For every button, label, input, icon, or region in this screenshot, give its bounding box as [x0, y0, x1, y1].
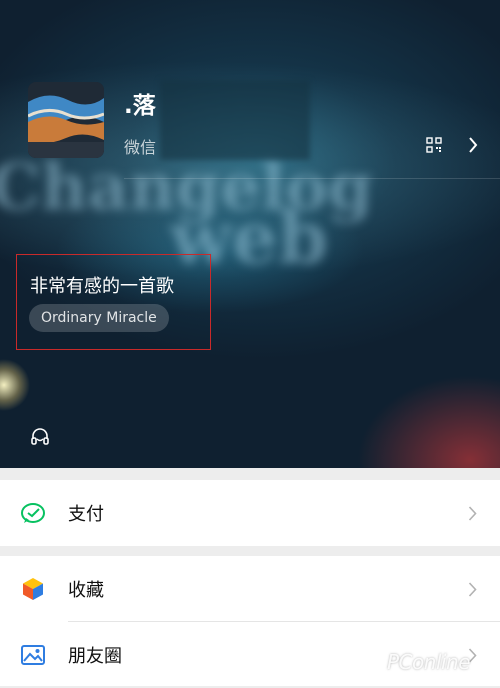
- chevron-right-icon: [468, 581, 477, 597]
- background-blur-text: Changelog: [0, 150, 373, 225]
- menu-item-label: 朋友圈: [68, 646, 122, 667]
- profile-name: .落: [124, 93, 156, 119]
- favorites-cube-icon: [23, 578, 43, 600]
- status-highlight-box: [16, 254, 211, 350]
- profile-header[interactable]: Changelog web .落 微信 非常有感的一首歌 Ordinary Mi…: [0, 0, 500, 468]
- headset-icon[interactable]: [30, 427, 50, 447]
- menu-item-pay[interactable]: 支付: [0, 480, 500, 546]
- menu-item-label: 收藏: [68, 580, 104, 601]
- qr-code-icon[interactable]: [426, 137, 442, 153]
- pconline-watermark: PConline: [387, 650, 471, 674]
- avatar[interactable]: [28, 82, 104, 158]
- status-song-pill[interactable]: Ordinary Miracle: [29, 304, 169, 332]
- name-redaction: [160, 80, 310, 160]
- header-divider: [124, 178, 500, 179]
- menu-item-favorites[interactable]: 收藏: [0, 556, 500, 622]
- menu-item-label: 支付: [68, 504, 104, 525]
- status-text[interactable]: 非常有感的一首歌: [30, 272, 174, 298]
- wechat-id-label: 微信: [124, 138, 157, 157]
- pay-section: 支付: [0, 480, 500, 546]
- chevron-right-icon: [468, 505, 477, 521]
- wechat-pay-icon: [21, 503, 45, 523]
- chevron-right-icon[interactable]: [468, 137, 478, 153]
- moments-picture-icon: [21, 645, 45, 665]
